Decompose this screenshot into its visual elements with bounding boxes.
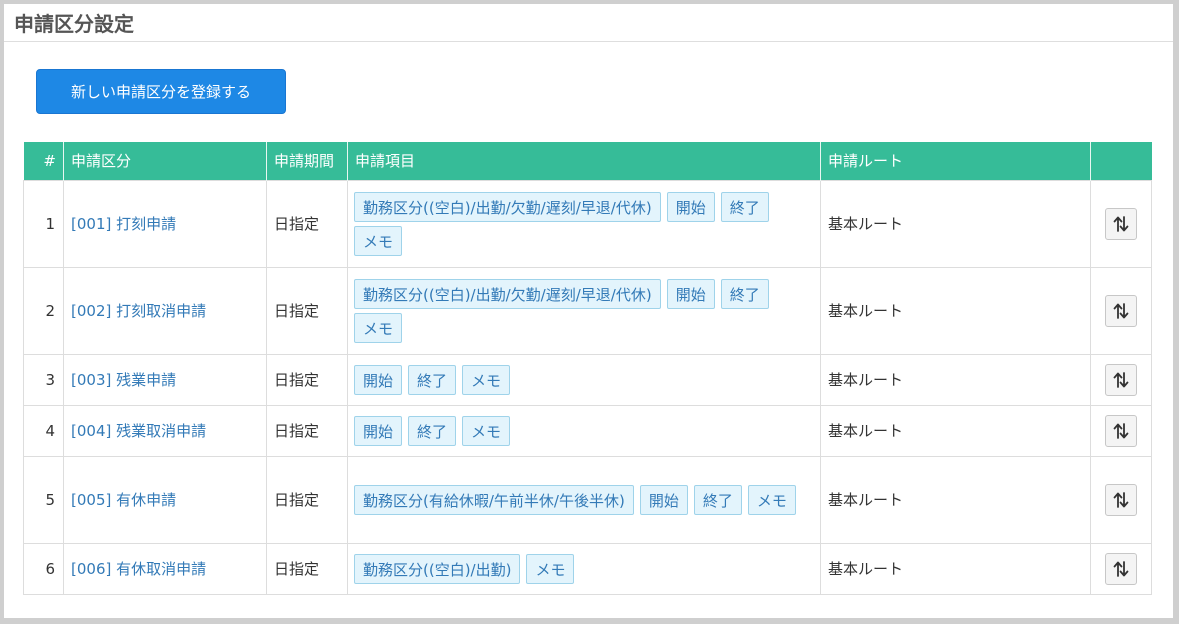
kind-cell: [004] 残業取消申請 [63, 404, 267, 457]
request-type-link[interactable]: [006] 有休取消申請 [71, 560, 206, 578]
item-chip-list: 開始 終了 メモ [354, 364, 814, 395]
settings-panel: 申請区分設定 新しい申請区分を登録する # 申請区分 申請期間 申請項目 申請ル… [4, 4, 1173, 618]
column-header-sort [1090, 142, 1152, 180]
sort-up-down-icon [1113, 302, 1129, 319]
row-number: 2 [23, 266, 64, 355]
items-cell: 勤務区分((空白)/出勤/欠勤/遅刻/早退/代休) 開始 終了メモ [347, 179, 821, 268]
sort-up-down-icon [1113, 215, 1129, 232]
period-cell: 日指定 [266, 266, 348, 355]
period-cell: 日指定 [266, 542, 348, 595]
sort-up-down-icon [1113, 371, 1129, 388]
item-chip: メモ [462, 364, 511, 395]
item-chip-list: 勤務区分(有給休暇/午前半休/午後半休) 開始 終了 メモ [354, 484, 814, 515]
request-type-link[interactable]: [003] 残業申請 [71, 371, 176, 389]
item-chip: 終了 [720, 191, 769, 222]
row-number: 5 [23, 455, 64, 544]
kind-cell: [002] 打刻取消申請 [63, 266, 267, 355]
route-cell: 基本ルート [820, 455, 1091, 544]
row-number: 1 [23, 179, 64, 268]
sort-up-down-icon [1113, 422, 1129, 439]
item-chip: 勤務区分(有給休暇/午前半休/午後半休) [354, 484, 634, 515]
item-chip: 終了 [408, 415, 457, 446]
route-cell: 基本ルート [820, 266, 1091, 355]
request-type-link[interactable]: [002] 打刻取消申請 [71, 302, 206, 320]
sort-cell [1090, 455, 1152, 544]
item-chip: 終了 [693, 484, 742, 515]
sort-cell [1090, 179, 1152, 268]
items-cell: 開始 終了 メモ [347, 404, 821, 457]
kind-cell: [006] 有休取消申請 [63, 542, 267, 595]
row-number: 4 [23, 404, 64, 457]
items-cell: 勤務区分((空白)/出勤) メモ [347, 542, 821, 595]
table-row: 4 [004] 残業取消申請 日指定 開始 終了 メモ 基本ルート [23, 404, 1152, 457]
row-number: 3 [23, 353, 64, 406]
period-cell: 日指定 [266, 455, 348, 544]
kind-cell: [003] 残業申請 [63, 353, 267, 406]
request-type-link[interactable]: [001] 打刻申請 [71, 215, 176, 233]
sort-up-down-icon [1113, 560, 1129, 577]
item-chip: メモ [354, 225, 403, 256]
table-row: 6 [006] 有休取消申請 日指定 勤務区分((空白)/出勤) メモ 基本ルート [23, 542, 1152, 595]
row-number: 6 [23, 542, 64, 595]
page-title: 申請区分設定 [14, 12, 134, 36]
column-header-kind: 申請区分 [63, 142, 267, 180]
sort-button[interactable] [1105, 483, 1137, 516]
kind-cell: [005] 有休申請 [63, 455, 267, 544]
sort-button[interactable] [1105, 552, 1137, 585]
route-cell: 基本ルート [820, 179, 1091, 268]
sort-button[interactable] [1105, 207, 1137, 240]
sort-up-down-icon [1113, 491, 1129, 508]
item-chip-list: 勤務区分((空白)/出勤) メモ [354, 553, 814, 584]
column-header-items: 申請項目 [347, 142, 821, 180]
item-chip-list: 勤務区分((空白)/出勤/欠勤/遅刻/早退/代休) 開始 終了メモ [354, 278, 814, 343]
sort-button[interactable] [1105, 414, 1137, 447]
column-header-route: 申請ルート [820, 142, 1091, 180]
item-chip: 開始 [354, 364, 403, 395]
item-chip: メモ [526, 553, 575, 584]
item-chip: メモ [747, 484, 796, 515]
sort-cell [1090, 542, 1152, 595]
item-chip: 開始 [666, 191, 715, 222]
period-cell: 日指定 [266, 179, 348, 268]
column-header-number: # [23, 142, 64, 180]
items-cell: 勤務区分((空白)/出勤/欠勤/遅刻/早退/代休) 開始 終了メモ [347, 266, 821, 355]
column-header-period: 申請期間 [266, 142, 348, 180]
item-chip: 開始 [639, 484, 688, 515]
request-type-table: # 申請区分 申請期間 申請項目 申請ルート 1 [001] 打刻申請 日指定 … [23, 142, 1152, 595]
register-request-type-button[interactable]: 新しい申請区分を登録する [36, 69, 286, 114]
route-cell: 基本ルート [820, 542, 1091, 595]
route-cell: 基本ルート [820, 353, 1091, 406]
item-chip: メモ [462, 415, 511, 446]
item-chip-list: 勤務区分((空白)/出勤/欠勤/遅刻/早退/代休) 開始 終了メモ [354, 191, 814, 256]
route-cell: 基本ルート [820, 404, 1091, 457]
item-chip: メモ [354, 312, 403, 343]
table-header-row: # 申請区分 申請期間 申請項目 申請ルート [23, 142, 1152, 180]
item-chip: 勤務区分((空白)/出勤) [354, 553, 521, 584]
page-header: 申請区分設定 [4, 4, 1173, 42]
sort-button[interactable] [1105, 363, 1137, 396]
kind-cell: [001] 打刻申請 [63, 179, 267, 268]
request-type-link[interactable]: [004] 残業取消申請 [71, 422, 206, 440]
items-cell: 勤務区分(有給休暇/午前半休/午後半休) 開始 終了 メモ [347, 455, 821, 544]
table-row: 2 [002] 打刻取消申請 日指定 勤務区分((空白)/出勤/欠勤/遅刻/早退… [23, 266, 1152, 355]
request-type-link[interactable]: [005] 有休申請 [71, 491, 176, 509]
item-chip-list: 開始 終了 メモ [354, 415, 814, 446]
item-chip: 勤務区分((空白)/出勤/欠勤/遅刻/早退/代休) [354, 278, 661, 309]
period-cell: 日指定 [266, 404, 348, 457]
table-row: 5 [005] 有休申請 日指定 勤務区分(有給休暇/午前半休/午後半休) 開始終… [23, 455, 1152, 544]
sort-cell [1090, 353, 1152, 406]
item-chip: 開始 [354, 415, 403, 446]
item-chip: 勤務区分((空白)/出勤/欠勤/遅刻/早退/代休) [354, 191, 661, 222]
item-chip: 開始 [666, 278, 715, 309]
sort-cell [1090, 404, 1152, 457]
item-chip: 終了 [720, 278, 769, 309]
item-chip: 終了 [408, 364, 457, 395]
table-row: 3 [003] 残業申請 日指定 開始 終了 メモ 基本ルート [23, 353, 1152, 406]
sort-cell [1090, 266, 1152, 355]
table-row: 1 [001] 打刻申請 日指定 勤務区分((空白)/出勤/欠勤/遅刻/早退/代… [23, 179, 1152, 268]
period-cell: 日指定 [266, 353, 348, 406]
items-cell: 開始 終了 メモ [347, 353, 821, 406]
sort-button[interactable] [1105, 294, 1137, 327]
